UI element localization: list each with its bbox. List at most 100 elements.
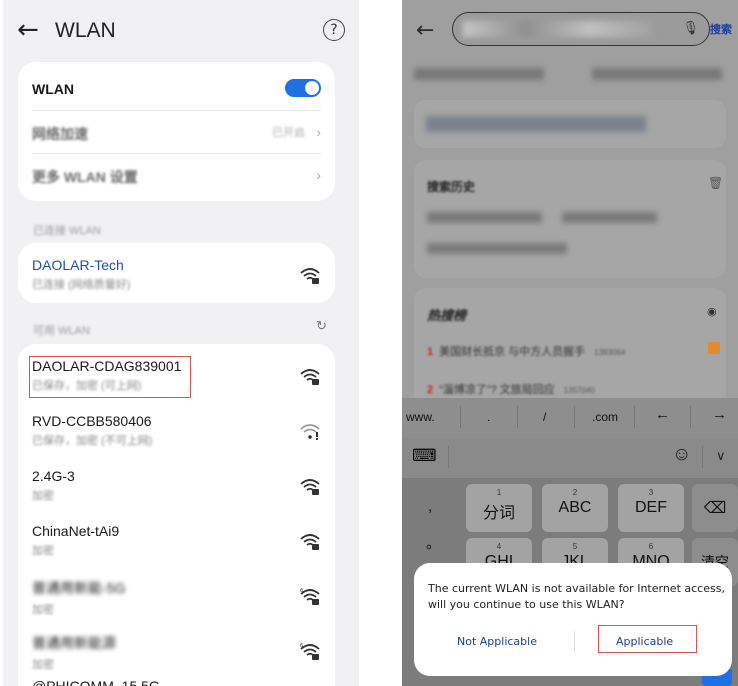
network-name: 普通用新能源 [32, 635, 116, 651]
question-circle-icon[interactable]: ? [323, 19, 345, 41]
wlan-warning-dialog: The current WLAN is not available for In… [414, 563, 732, 676]
network-row[interactable]: 2.4G-3 加密 [32, 468, 321, 503]
wlan-toggle[interactable] [285, 79, 321, 97]
key-3[interactable]: 3 DEF [618, 484, 684, 532]
svg-text:6: 6 [300, 643, 303, 649]
hot-badge-icon [708, 342, 720, 354]
key-label: ABC [558, 499, 592, 516]
wlan-settings-screen: ← WLAN ? WLAN 网络加速 已开启 › 更多 WLAN 设置 › 已连… [3, 0, 359, 686]
network-status: 已保存，加密 (不可上网) [32, 435, 153, 447]
connected-section-label: 已连接 WLAN [33, 225, 101, 237]
page-title: WLAN [55, 19, 116, 42]
key-number: 5 [572, 542, 578, 551]
suggestion-card[interactable] [414, 100, 726, 148]
connected-network-card: DAOLAR-Tech 已连接 (网络质量好) [18, 243, 335, 303]
highlight-box [598, 625, 697, 653]
network-row[interactable]: RVD-CCBB580406 已保存，加密 (不可上网) [32, 413, 321, 448]
search-input[interactable]: 🎙 [452, 12, 710, 46]
arrow-right-icon[interactable]: → [712, 406, 727, 423]
hot-item[interactable]: 2 “淄博凉了”? 文旅局回应 1357040 [427, 381, 595, 397]
available-section-label: 可用 WLAN [33, 325, 90, 337]
separator [702, 446, 703, 468]
key-number: 1 [496, 488, 502, 497]
network-row[interactable]: 普通用新能源 加密 6 [32, 633, 321, 672]
chevron-right-icon: › [316, 167, 321, 183]
network-speedup-label: 网络加速 [32, 126, 88, 142]
blurred-content [562, 212, 657, 223]
key-slash[interactable]: / [543, 410, 546, 424]
blurred-query [463, 21, 653, 37]
wifi-6-locked-icon: 6 [300, 588, 320, 605]
key-period[interactable]: 。 [426, 532, 441, 553]
network-status: 已连接 (网络质量好) [32, 279, 131, 291]
wlan-toggle-row[interactable]: WLAN [32, 79, 321, 99]
blurred-content [427, 243, 567, 254]
keyboard-logo-icon[interactable]: ⌨ [412, 446, 437, 466]
wifi-locked-icon [300, 479, 320, 495]
key-2[interactable]: 2 ABC [542, 484, 608, 532]
separator [574, 406, 575, 428]
network-speedup-value: 已开启 [272, 127, 305, 139]
search-button[interactable]: 搜索 [710, 21, 732, 37]
network-name: @PHICOMM_15 5G [32, 678, 160, 686]
separator [634, 406, 635, 428]
microphone-icon[interactable]: 🎙 [682, 20, 699, 36]
network-status: 加密 [32, 604, 54, 616]
separator [448, 446, 449, 468]
network-name: 2.4G-3 [32, 468, 75, 484]
network-row[interactable]: ChinaNet-tAi9 加密 [32, 523, 321, 558]
refresh-icon[interactable]: ↻ [316, 318, 327, 334]
backspace-icon: ⌫ [703, 500, 727, 517]
network-status: 加密 [32, 545, 54, 557]
wifi-locked-icon [300, 534, 320, 550]
emoji-icon[interactable]: ☺ [672, 444, 691, 466]
arrow-left-icon[interactable]: ← [416, 18, 434, 43]
key-label: 分词 [482, 505, 515, 522]
connected-network-row[interactable]: DAOLAR-Tech 已连接 (网络质量好) [32, 257, 321, 292]
network-row[interactable]: @PHICOMM_15 5G [32, 678, 321, 686]
key-comma[interactable]: , [428, 498, 432, 515]
divider [32, 153, 321, 154]
wifi-locked-icon [300, 369, 320, 385]
chevron-down-icon[interactable]: ∨ [716, 448, 726, 464]
history-title: 搜索历史 [427, 180, 476, 194]
network-status: 加密 [32, 659, 54, 671]
separator [460, 406, 461, 428]
separator [574, 631, 575, 653]
chevron-right-icon: › [316, 124, 321, 140]
network-name: ChinaNet-tAi9 [32, 523, 120, 539]
network-name: RVD-CCBB580406 [32, 413, 152, 429]
key-1[interactable]: 1 分词 [466, 484, 532, 532]
hot-item[interactable]: 1 美国财长抵京 与中方人员握手 1393064 [427, 343, 625, 359]
wlan-label: WLAN [32, 81, 74, 97]
more-wlan-settings-row[interactable]: 更多 WLAN 设置 › [32, 167, 321, 187]
trash-icon[interactable]: 🗑 [708, 176, 723, 190]
not-applicable-button[interactable]: Not Applicable [457, 635, 537, 648]
eye-icon[interactable]: ◉ [707, 305, 717, 318]
network-speedup-row[interactable]: 网络加速 已开启 › [32, 124, 321, 144]
network-name: DAOLAR-Tech [32, 257, 124, 273]
network-status: 加密 [32, 490, 54, 502]
blurred-content [427, 212, 542, 223]
key-dot[interactable]: . [487, 410, 490, 424]
key-number: 6 [648, 542, 654, 551]
backspace-key[interactable]: ⌫ [692, 484, 738, 532]
divider [32, 110, 321, 111]
network-row[interactable]: 普通用新能-5G 加密 6 [32, 578, 321, 617]
key-www[interactable]: www. [406, 410, 435, 424]
blurred-content [426, 116, 646, 132]
dialog-message: The current WLAN is not available for In… [428, 582, 725, 611]
network-name: 普通用新能-5G [32, 580, 126, 596]
key-dotcom[interactable]: .com [592, 410, 618, 424]
keyboard-url-bar: www. . / .com ← → [402, 398, 738, 438]
hot-title: 热搜榜 [427, 308, 467, 323]
blurred-content [414, 68, 544, 80]
svg-text:6: 6 [300, 588, 303, 594]
arrow-left-icon[interactable]: ← [655, 406, 670, 423]
key-label: DEF [635, 499, 667, 516]
wifi-6-locked-icon: 6 [300, 643, 320, 660]
separator [690, 406, 691, 428]
arrow-left-icon[interactable]: ← [17, 16, 39, 44]
wifi-locked-icon [300, 268, 320, 284]
wlan-settings-card: WLAN 网络加速 已开启 › 更多 WLAN 设置 › [18, 62, 335, 201]
